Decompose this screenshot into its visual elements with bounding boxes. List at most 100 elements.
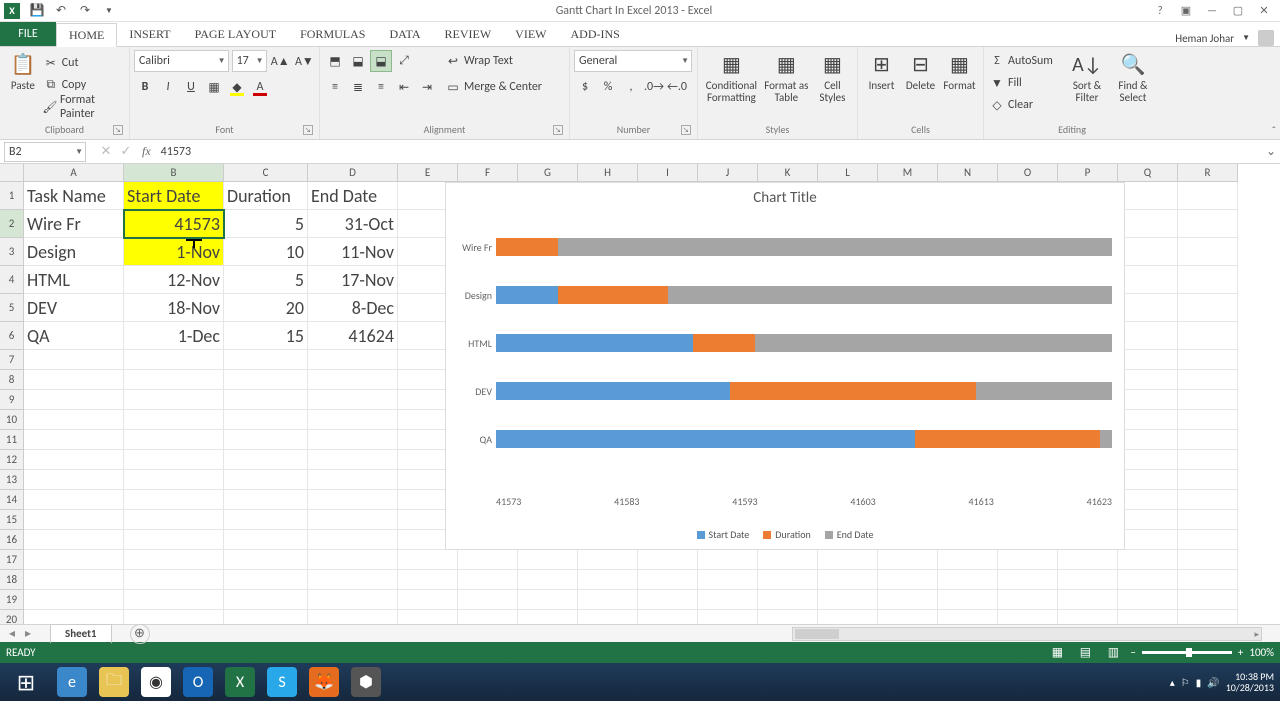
- cell[interactable]: [938, 590, 998, 610]
- cell[interactable]: [1118, 294, 1178, 322]
- cell[interactable]: [878, 570, 938, 590]
- cell[interactable]: [1058, 550, 1118, 570]
- cell[interactable]: [1118, 182, 1178, 210]
- row-header-18[interactable]: 18: [0, 570, 24, 590]
- chart-bar-segment[interactable]: [755, 334, 1112, 352]
- chart-bar-segment[interactable]: [558, 238, 1112, 256]
- cell[interactable]: [24, 450, 124, 470]
- minimize-icon[interactable]: —: [1200, 2, 1224, 20]
- cell[interactable]: [308, 570, 398, 590]
- decrease-font-icon[interactable]: A▼: [294, 50, 315, 72]
- row-header-2[interactable]: 2: [0, 210, 24, 238]
- orientation-button[interactable]: ⤢: [393, 50, 415, 72]
- cell[interactable]: [1118, 490, 1178, 510]
- embedded-chart[interactable]: Chart Title Wire FrDesignHTMLDEVQA 41573…: [445, 182, 1125, 550]
- tray-up-icon[interactable]: ▴: [1170, 676, 1175, 689]
- cell[interactable]: 31-Oct: [308, 210, 398, 238]
- cell[interactable]: [1118, 410, 1178, 430]
- zoom-slider[interactable]: [1142, 651, 1232, 654]
- cell[interactable]: [1118, 610, 1178, 624]
- cell[interactable]: [124, 430, 224, 450]
- close-icon[interactable]: ✕: [1252, 2, 1276, 20]
- cell[interactable]: [398, 590, 458, 610]
- cell[interactable]: [758, 570, 818, 590]
- align-bottom-button[interactable]: ⬓: [370, 50, 392, 72]
- cell[interactable]: [1118, 550, 1178, 570]
- taskbar-explorer[interactable]: 🗀: [94, 665, 134, 699]
- worksheet-grid[interactable]: ABCDEFGHIJKLMNOPQR 123456789101112131415…: [0, 164, 1280, 624]
- save-icon[interactable]: 💾: [26, 1, 48, 21]
- row-header-5[interactable]: 5: [0, 294, 24, 322]
- cell[interactable]: [1118, 590, 1178, 610]
- cell[interactable]: [698, 610, 758, 624]
- name-box[interactable]: B2▼: [4, 142, 86, 162]
- cell[interactable]: [224, 470, 308, 490]
- row-header-3[interactable]: 3: [0, 238, 24, 266]
- expand-formula-bar-icon[interactable]: ⌄: [1262, 144, 1280, 159]
- row-header-6[interactable]: 6: [0, 322, 24, 350]
- font-color-button[interactable]: A: [249, 76, 271, 98]
- cell[interactable]: QA: [24, 322, 124, 350]
- avatar[interactable]: [1258, 30, 1274, 46]
- cell[interactable]: [308, 450, 398, 470]
- cell[interactable]: 15: [224, 322, 308, 350]
- chart-bar-segment[interactable]: [496, 238, 558, 256]
- cell[interactable]: [1178, 294, 1238, 322]
- find-select-button[interactable]: 🔍Find & Select: [1110, 50, 1156, 123]
- cell[interactable]: [1178, 350, 1238, 370]
- cell[interactable]: [308, 430, 398, 450]
- cell[interactable]: 10: [224, 238, 308, 266]
- row-header-10[interactable]: 10: [0, 410, 24, 430]
- cell[interactable]: [1178, 510, 1238, 530]
- scroll-right-icon[interactable]: ▸: [1254, 629, 1259, 640]
- cell[interactable]: [224, 530, 308, 550]
- column-header-N[interactable]: N: [938, 164, 998, 182]
- row-header-19[interactable]: 19: [0, 590, 24, 610]
- percent-button[interactable]: %: [597, 76, 619, 98]
- row-header-7[interactable]: 7: [0, 350, 24, 370]
- italic-button[interactable]: I: [157, 76, 179, 98]
- paste-button[interactable]: 📋 Paste: [4, 50, 42, 123]
- cell[interactable]: [1178, 238, 1238, 266]
- cell[interactable]: 8-Dec: [308, 294, 398, 322]
- cell[interactable]: [458, 590, 518, 610]
- cell[interactable]: [308, 410, 398, 430]
- cell[interactable]: [1118, 470, 1178, 490]
- taskbar-ie[interactable]: e: [52, 665, 92, 699]
- column-header-P[interactable]: P: [1058, 164, 1118, 182]
- cell[interactable]: [224, 510, 308, 530]
- tab-page-layout[interactable]: PAGE LAYOUT: [183, 22, 288, 46]
- cell[interactable]: [308, 550, 398, 570]
- column-header-O[interactable]: O: [998, 164, 1058, 182]
- cell[interactable]: [698, 590, 758, 610]
- chart-bar-segment[interactable]: [693, 334, 755, 352]
- cell[interactable]: [1118, 322, 1178, 350]
- cell[interactable]: [308, 470, 398, 490]
- cell[interactable]: 12-Nov: [124, 266, 224, 294]
- cell[interactable]: 11-Nov: [308, 238, 398, 266]
- legend-item[interactable]: Duration: [763, 528, 810, 541]
- cell[interactable]: [638, 590, 698, 610]
- tab-insert[interactable]: INSERT: [117, 22, 182, 46]
- cell[interactable]: [1178, 210, 1238, 238]
- cell[interactable]: [1178, 182, 1238, 210]
- cell[interactable]: [1058, 570, 1118, 590]
- cell[interactable]: [638, 610, 698, 624]
- chart-bar-segment[interactable]: [558, 286, 669, 304]
- zoom-in-icon[interactable]: +: [1238, 646, 1243, 659]
- row-header-8[interactable]: 8: [0, 370, 24, 390]
- cell[interactable]: [1178, 610, 1238, 624]
- cell[interactable]: DEV: [24, 294, 124, 322]
- cell[interactable]: [758, 590, 818, 610]
- cell[interactable]: [124, 470, 224, 490]
- delete-button[interactable]: ⊟Delete: [901, 50, 940, 123]
- cell[interactable]: [878, 590, 938, 610]
- cell[interactable]: [124, 610, 224, 624]
- cell[interactable]: [24, 550, 124, 570]
- cell[interactable]: [308, 490, 398, 510]
- cell[interactable]: [24, 590, 124, 610]
- cut-button[interactable]: ✂Cut: [42, 52, 125, 74]
- cell[interactable]: [1058, 610, 1118, 624]
- qat-customize-icon[interactable]: ▼: [98, 1, 120, 21]
- formula-bar[interactable]: 41573: [157, 145, 1262, 159]
